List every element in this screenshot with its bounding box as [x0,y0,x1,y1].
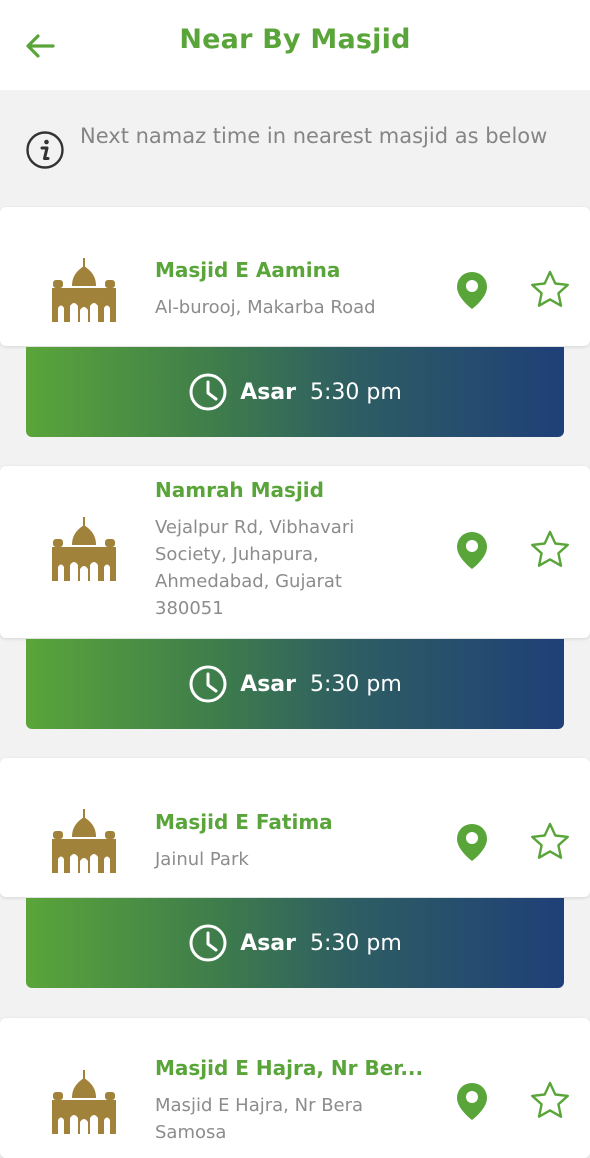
masjid-address: Jainul Park [155,849,249,870]
masjid-name: Namrah Masjid [155,478,324,502]
masjid-name: Masjid E Aamina [155,258,341,282]
mosque-icon [52,1070,116,1134]
mosque-icon [52,517,116,581]
prayer-name: Asar [240,930,297,956]
clock-icon [189,373,227,411]
mosque-icon [52,809,116,873]
star-icon[interactable] [528,1079,572,1123]
namaz-time-strip: Asar 5:30 pm [26,347,564,437]
prayer-time: 5:30 pm [310,930,402,956]
mosque-icon [52,258,116,322]
info-text: Next namaz time in nearest masjid as bel… [80,124,548,148]
namaz-time-strip: Asar 5:30 pm [26,898,564,988]
star-icon[interactable] [528,528,572,572]
prayer-name: Asar [240,671,297,697]
prayer-name: Asar [240,379,297,405]
star-icon[interactable] [528,820,572,864]
prayer-time: 5:30 pm [310,671,402,697]
location-pin-icon[interactable] [452,1081,492,1121]
masjid-address: Vejalpur Rd, Vibhavari Society, Juhapura… [155,517,355,619]
info-icon [26,131,64,169]
clock-icon [189,665,227,703]
clock-icon [189,924,227,962]
masjid-name: Masjid E Fatima [155,810,333,834]
app-bar: Near By Masjid [0,0,590,90]
location-pin-icon[interactable] [452,822,492,862]
masjid-address: Masjid E Hajra, Nr Bera Samosa [155,1095,364,1143]
masjid-address: Al-burooj, Makarba Road [155,297,376,318]
location-pin-icon[interactable] [452,270,492,310]
star-icon[interactable] [528,268,572,312]
location-pin-icon[interactable] [452,530,492,570]
page-title: Near By Masjid [179,24,411,55]
namaz-time-strip: Asar 5:30 pm [26,639,564,729]
masjid-name: Masjid E Hajra, Nr Ber... [155,1056,424,1080]
prayer-time: 5:30 pm [310,379,402,405]
